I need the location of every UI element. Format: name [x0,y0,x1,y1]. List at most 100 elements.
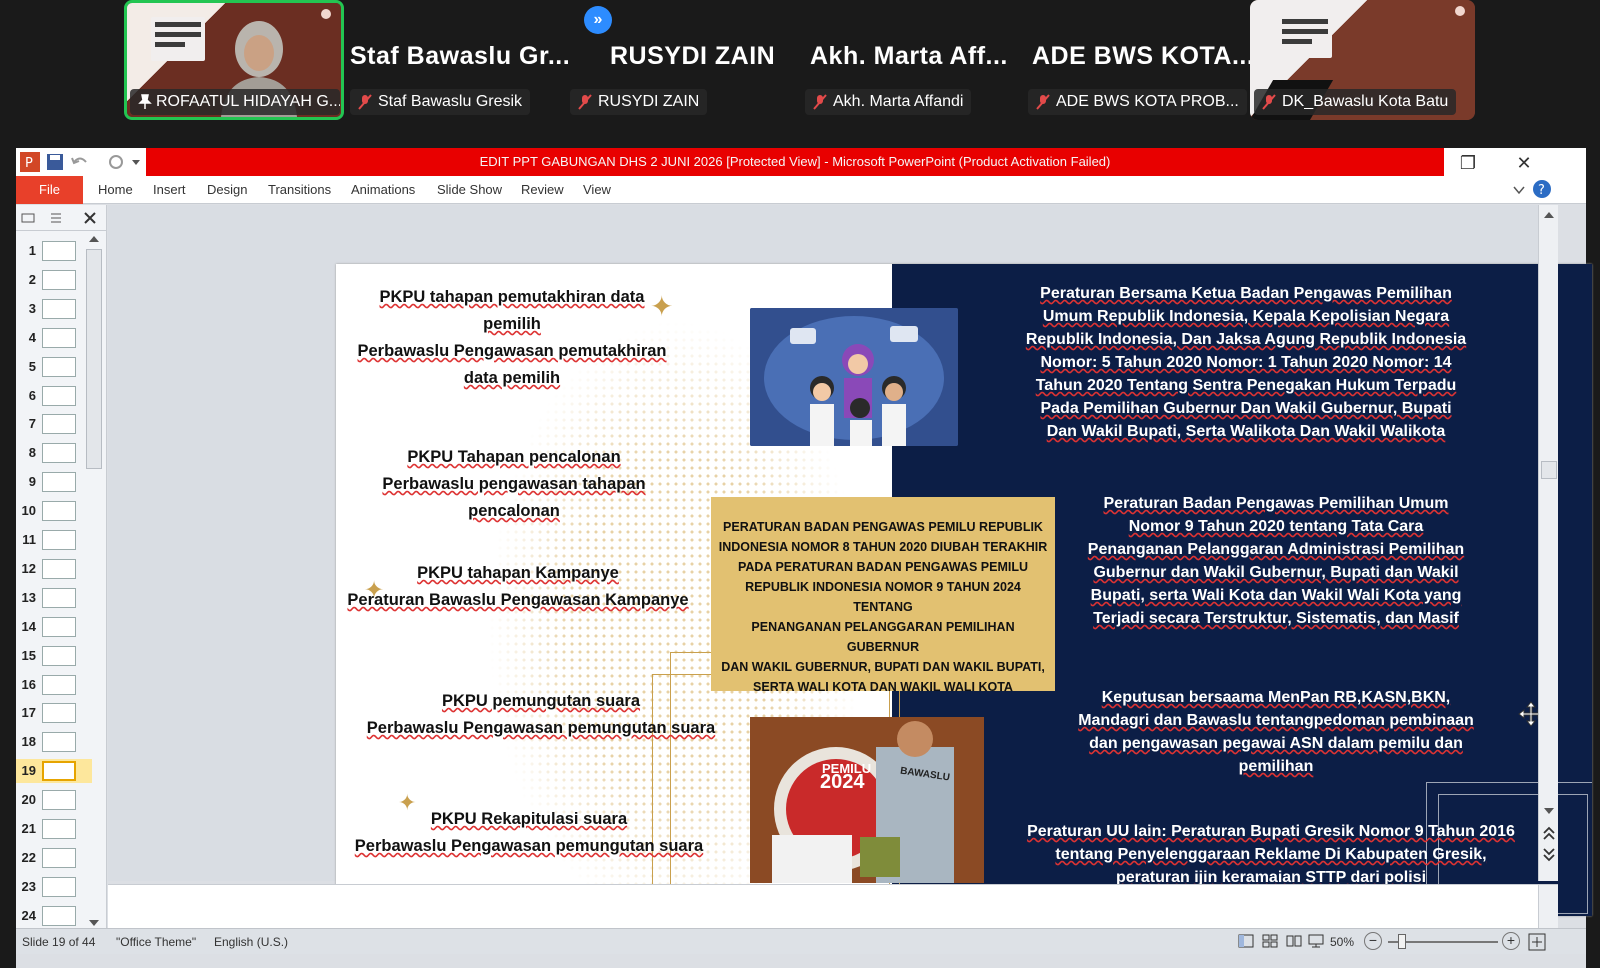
tab-review[interactable]: Review [521,176,564,204]
slide-thumbnail[interactable]: 1 [16,239,92,263]
slide-thumbnail[interactable]: 6 [16,384,92,408]
previous-slide-icon[interactable] [1542,825,1556,841]
slide-thumbnail[interactable]: 5 [16,355,92,379]
close-pane-icon[interactable] [82,210,98,226]
slide-preview [42,616,76,637]
scroll-down-icon[interactable] [1542,805,1556,817]
thumbnails-scrollbar[interactable] [84,233,104,933]
slide-thumbnail[interactable]: 9 [16,470,92,494]
slide-preview [42,241,76,261]
slide-number: 20 [21,792,36,808]
close-button[interactable]: ✕ [1510,152,1538,174]
minimize-ribbon-icon[interactable] [1512,184,1526,196]
slide-thumbnail[interactable]: 19 [16,759,92,784]
scroll-thumb[interactable] [1541,461,1557,479]
muted-mic-icon [813,94,827,110]
slide-number: 11 [22,532,36,547]
slide-number: 19 [21,763,36,779]
outline-tab-icon[interactable] [48,210,64,226]
fit-to-window-icon[interactable] [1528,933,1546,951]
pemilu-year: 2024 [820,771,865,793]
slide-sorter-icon[interactable] [1262,934,1278,948]
participant-label: RUSYDI ZAIN [570,89,708,115]
normal-view-icon[interactable] [1238,934,1254,948]
slide-thumbnail[interactable]: 23 [16,875,92,899]
slide-number: 14 [21,618,36,634]
text-block-sentra-gakkumdu: Peraturan Bersama Ketua Badan Pengawas P… [1025,285,1467,440]
notes-pane[interactable] [108,884,1558,931]
minus-icon: − [1368,932,1378,948]
slide-thumbnail[interactable]: 2 [16,268,92,292]
zoom-in-button[interactable]: + [1502,932,1520,950]
participant-label: Akh. Marta Affandi [805,89,972,115]
tab-transitions[interactable]: Transitions [268,176,331,204]
slide-number: 13 [21,589,36,605]
notes-scrollbar[interactable] [1538,885,1558,931]
redo-icon[interactable] [106,152,128,172]
close-icon: ✕ [1516,153,1532,173]
poster-image [151,17,205,61]
slide-thumbnail[interactable]: 3 [16,297,92,321]
slide-thumbnail[interactable]: 14 [16,615,92,639]
slide-thumbnail[interactable]: 12 [16,557,92,581]
slide-thumbnail[interactable]: 8 [16,441,92,465]
slide-number: 17 [21,705,36,721]
zoom-out-button[interactable]: − [1364,932,1382,950]
file-tab[interactable]: File [16,176,83,204]
slide-number: 7 [28,416,36,432]
slide-thumbnail[interactable]: 13 [16,586,92,610]
save-icon[interactable] [46,152,64,172]
participant-name-big: ADE BWS KOTA... [1032,42,1255,70]
slide-preview [42,327,76,348]
tab-animations[interactable]: Animations [351,176,415,204]
slide-thumbnail[interactable]: 17 [16,701,92,725]
slide-number: 18 [21,734,36,750]
slide-thumbnail[interactable]: 22 [16,846,92,870]
slide-thumbnail[interactable]: 4 [16,326,92,350]
slide-thumbnail[interactable]: 24 [16,904,92,928]
tab-insert[interactable]: Insert [153,176,186,204]
scroll-thumb[interactable] [86,249,102,469]
slide-show-icon[interactable] [1308,934,1324,948]
slide-thumbnail[interactable]: 20 [16,788,92,812]
slide-number: 10 [21,503,36,519]
scroll-up-icon[interactable] [87,233,101,245]
reading-view-icon[interactable] [1286,934,1302,948]
svg-text:P: P [25,156,33,171]
language-indicator[interactable]: English (U.S.) [214,935,288,949]
slide-thumbnail[interactable]: 21 [16,817,92,841]
slide-number: 6 [28,387,36,403]
slide-number: 4 [28,329,36,345]
slide-thumbnail[interactable]: 7 [16,412,92,436]
customize-qat-icon[interactable] [130,152,142,172]
participant-label: ROFAATUL HIDAYAH G... [130,89,340,115]
participant-label: ADE BWS KOTA PROB... [1028,89,1247,115]
status-bar: Slide 19 of 44 "Office Theme" English (U… [16,928,1586,954]
next-participants-button[interactable]: » [584,6,612,34]
slide-number: 16 [21,676,36,692]
slides-tab-icon[interactable] [20,210,36,226]
tab-design[interactable]: Design [207,176,247,204]
slide-thumbnail[interactable]: 11 [16,528,92,552]
tab-view[interactable]: View [583,176,611,204]
undo-icon[interactable] [70,152,100,172]
help-icon[interactable]: ? [1532,179,1552,199]
slide-preview [42,558,76,579]
restore-button[interactable]: ❐ [1454,152,1482,174]
tab-home[interactable]: Home [98,176,133,204]
zoom-slider-thumb[interactable] [1398,934,1406,949]
next-slide-icon[interactable] [1542,847,1556,863]
decoration-dot [321,9,331,19]
scroll-up-icon[interactable] [1542,209,1556,221]
current-slide[interactable]: ✦ ✦ ✦ PKPU tahapan pemutakhiran data pem… [336,264,1592,916]
slide-scrollbar[interactable] [1538,205,1558,881]
slide-thumbnail[interactable]: 18 [16,730,92,754]
slide-thumbnail[interactable]: 16 [16,673,92,697]
slide-thumbnail[interactable]: 10 [16,499,92,523]
zoom-level[interactable]: 50% [1330,935,1354,949]
tab-slide-show[interactable]: Slide Show [437,176,502,204]
theme-name[interactable]: "Office Theme" [116,935,196,949]
slide-preview [42,703,76,724]
powerpoint-app-icon[interactable]: P [20,152,40,172]
slide-thumbnail[interactable]: 15 [16,644,92,668]
